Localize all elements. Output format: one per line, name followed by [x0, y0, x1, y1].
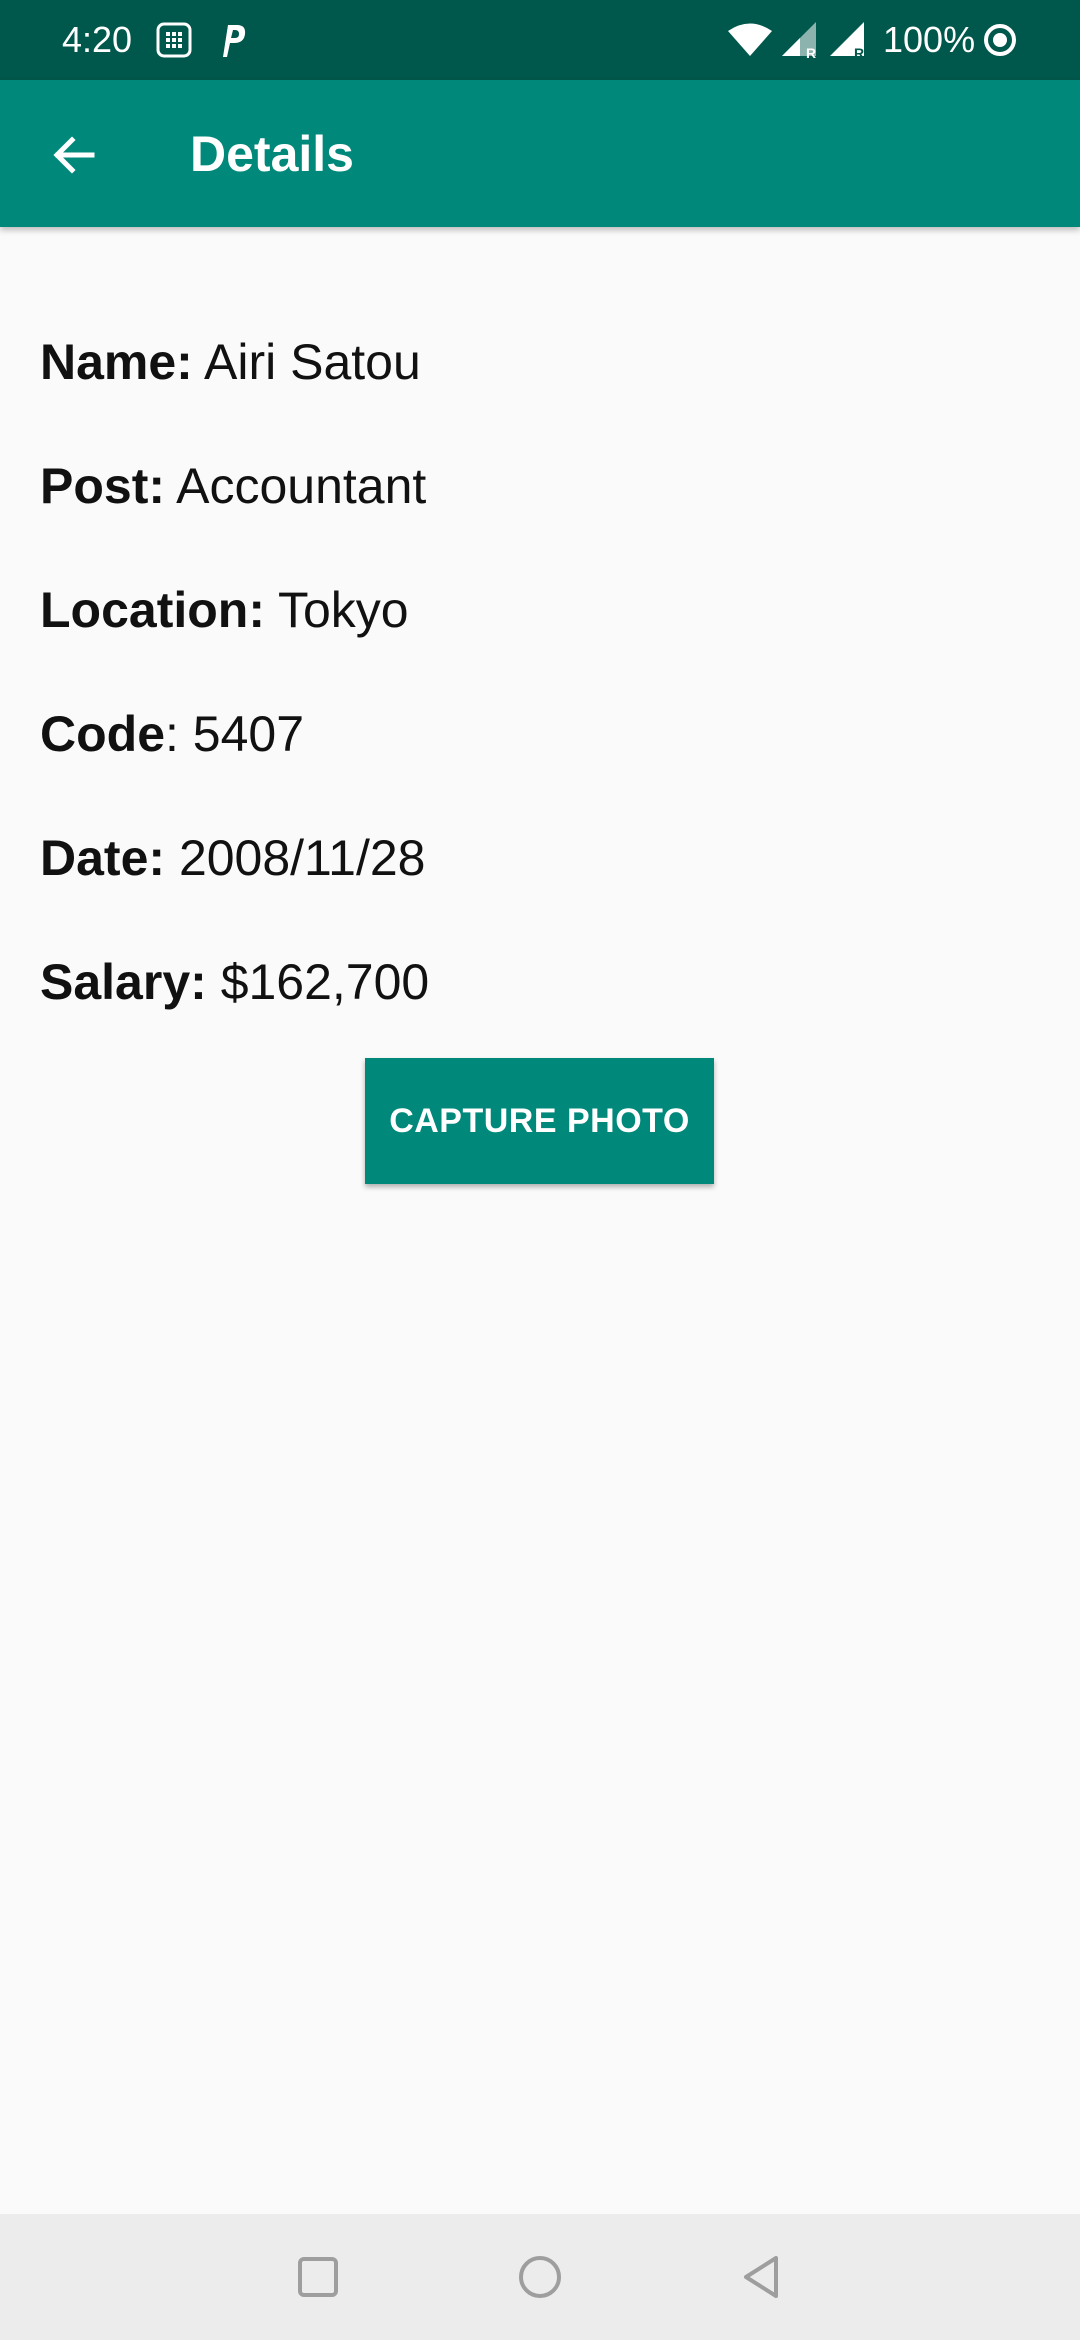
signal-r-icon: R [782, 22, 816, 60]
home-circle-icon [519, 2256, 561, 2298]
parking-app-icon [223, 25, 246, 57]
detail-name: Name: Airi Satou [40, 330, 1040, 454]
wifi-icon [728, 23, 772, 56]
svg-text:R: R [854, 45, 864, 60]
detail-label: Date: [40, 830, 166, 886]
detail-value: Airi Satou [203, 334, 421, 390]
back-nav-button[interactable] [722, 2237, 802, 2317]
back-triangle-icon [744, 2256, 778, 2298]
capture-photo-button[interactable]: CAPTURE PHOTO [365, 1058, 714, 1184]
detail-value: $162,700 [220, 954, 430, 1010]
detail-value: Accountant [176, 458, 427, 514]
detail-value: 2008/11/28 [178, 830, 426, 886]
app-bar: Details [0, 80, 1080, 227]
back-button[interactable] [32, 120, 116, 190]
recents-button[interactable] [278, 2237, 358, 2317]
home-button[interactable] [500, 2237, 580, 2317]
battery-percent: 100% [883, 19, 976, 60]
detail-label: Salary: [40, 954, 207, 1010]
detail-label: Post: [40, 458, 165, 514]
status-time: 4:20 [62, 19, 133, 60]
signal-r-icon: R [830, 22, 864, 60]
detail-label: Name: [40, 334, 193, 390]
detail-date: Date: 2008/11/28 [40, 826, 1040, 950]
status-bar: 4:20 R R 100% [0, 0, 1080, 80]
detail-location: Location: Tokyo [40, 578, 1040, 702]
details-list: Name: Airi Satou Post: Accountant Locati… [40, 330, 1040, 1074]
battery-ring-icon [984, 24, 1016, 56]
detail-code: Code: 5407 [40, 702, 1040, 826]
arrow-back-icon [53, 136, 95, 174]
detail-salary: Salary: $162,700 [40, 950, 1040, 1074]
detail-label: Code [40, 706, 165, 762]
recents-square-icon [298, 2257, 338, 2297]
detail-post: Post: Accountant [40, 454, 1040, 578]
detail-label: Location: [40, 582, 265, 638]
detail-value: Tokyo [277, 582, 409, 638]
navigation-bar [0, 2214, 1080, 2340]
svg-text:R: R [806, 45, 816, 60]
page-title: Details [190, 126, 354, 182]
detail-value: : 5407 [165, 706, 305, 762]
sim-card-icon [156, 22, 192, 58]
